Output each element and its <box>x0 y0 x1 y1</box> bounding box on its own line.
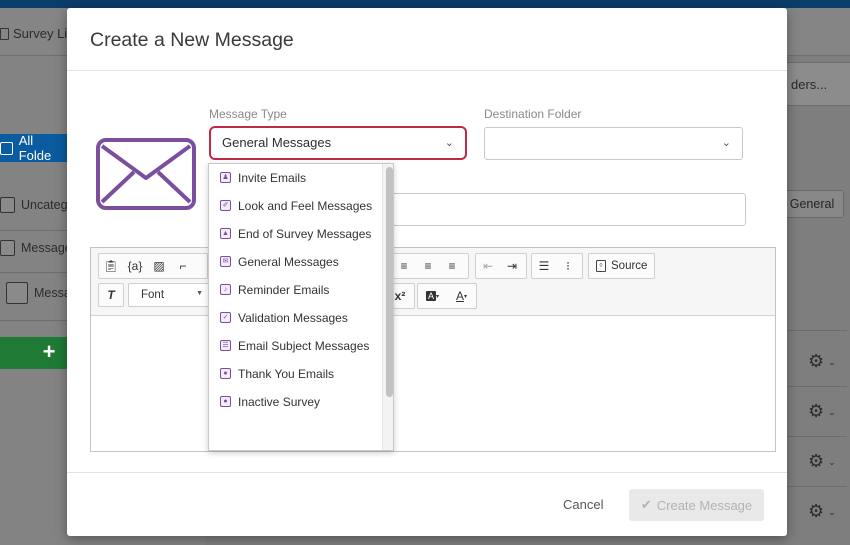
file-icon[interactable]: ⌐ <box>171 254 195 278</box>
divider <box>67 70 787 71</box>
piped-text-button[interactable]: {a} <box>123 254 147 278</box>
document-icon <box>0 27 9 40</box>
source-button[interactable]: ◊ Source <box>588 253 656 279</box>
dropdown-option[interactable]: ♪ Reminder Emails <box>209 276 381 304</box>
message-type-select[interactable]: General Messages ⌄ <box>209 126 467 160</box>
destination-folder-label: Destination Folder <box>484 107 582 121</box>
image-icon[interactable]: ▨ <box>147 254 171 278</box>
list-icon <box>0 141 13 155</box>
folder-item[interactable]: Uncateg <box>0 197 68 213</box>
envelope-icon <box>96 138 196 210</box>
check-icon: ✔ <box>640 497 652 512</box>
dropdown-option[interactable]: ● Thank You Emails <box>209 360 381 388</box>
dropdown-option[interactable]: ✉ General Messages <box>209 248 381 276</box>
cancel-button[interactable]: Cancel <box>563 497 603 512</box>
dropdown-option[interactable]: ✐ Look and Feel Messages <box>209 192 381 220</box>
insert-toolbar-group: 📋︎ {a} ▨ ⌐ <box>98 253 208 279</box>
modal-title: Create a New Message <box>90 29 294 51</box>
dropdown-option[interactable]: ✓ Validation Messages <box>209 304 381 332</box>
clear-format-button[interactable]: T <box>98 283 124 307</box>
dropdown-option-label: General Messages <box>238 255 339 269</box>
folder-label: Uncateg <box>21 198 68 212</box>
invite-icon: ♟ <box>220 172 231 183</box>
rich-text-editor[interactable]: 📋︎ {a} ▨ ⌐ ≡ ≡ ≡ ⇤ ⇥ ☰ ⁝ ◊ Source T Font… <box>90 247 776 452</box>
bullet-list-icon[interactable]: ⁝ <box>556 254 580 278</box>
gear-icon[interactable]: ⚙ ⌄ <box>808 401 836 422</box>
folder-icon <box>0 240 15 256</box>
general-button[interactable]: General <box>780 190 844 218</box>
subject-icon: ☰ <box>220 340 231 351</box>
add-folder-button[interactable]: + <box>0 337 68 369</box>
chevron-down-icon: ⌄ <box>444 137 454 149</box>
bell-icon: ♪ <box>220 284 231 295</box>
dropdown-list: ♟ Invite Emails ✐ Look and Feel Messages ▲ En… <box>209 164 381 416</box>
align-toolbar-group: ≡ ≡ ≡ <box>391 253 469 279</box>
message-type-value: General Messages <box>222 135 332 150</box>
all-folders-label: All Folde <box>18 133 52 163</box>
folder-label: Message <box>21 241 72 255</box>
create-message-label: Create Message <box>656 497 753 513</box>
destination-folder-select[interactable]: ⌄ <box>484 127 743 160</box>
dropdown-option[interactable]: ● Inactive Survey <box>209 388 381 416</box>
dropdown-option[interactable]: ☰ Email Subject Messages <box>209 332 381 360</box>
inactive-icon: ● <box>220 396 231 407</box>
check-icon: ✓ <box>220 312 231 323</box>
divider <box>787 486 847 487</box>
scrollbar-thumb[interactable] <box>386 167 393 397</box>
divider <box>787 436 847 437</box>
folder-icon <box>0 197 15 213</box>
font-select-value: Font <box>141 289 165 301</box>
divider <box>787 330 847 331</box>
app-top-bar <box>0 0 850 8</box>
gear-icon[interactable]: ⚙ ⌄ <box>808 351 836 372</box>
message-name-input[interactable] <box>392 193 746 226</box>
dropdown-option-label: Look and Feel Messages <box>238 199 373 213</box>
align-center-icon[interactable]: ≡ <box>416 254 440 278</box>
look-feel-icon: ✐ <box>220 200 231 211</box>
editor-toolbar: 📋︎ {a} ▨ ⌐ ≡ ≡ ≡ ⇤ ⇥ ☰ ⁝ ◊ Source T Font… <box>91 248 775 316</box>
color-toolbar-group: A ▾ A ▾ <box>417 283 477 309</box>
dropdown-option[interactable]: ♟ Invite Emails <box>209 164 381 192</box>
message-type-label: Message Type <box>209 107 287 121</box>
folder-icon <box>6 282 28 304</box>
indent-icon[interactable]: ⇥ <box>500 254 524 278</box>
all-folders-item[interactable]: All Folde <box>0 133 68 163</box>
gear-icon[interactable]: ⚙ ⌄ <box>808 451 836 472</box>
outdent-icon[interactable]: ⇤ <box>476 254 500 278</box>
folder-item[interactable]: Message <box>0 240 72 256</box>
end-survey-icon: ▲ <box>220 228 231 239</box>
divider <box>67 472 787 473</box>
text-color-icon[interactable]: A ▾ <box>447 284 476 308</box>
align-left-icon[interactable]: ≡ <box>392 254 416 278</box>
gear-icon[interactable]: ⚙ ⌄ <box>808 501 836 522</box>
dropdown-option-label: Reminder Emails <box>238 283 330 297</box>
folder-item[interactable]: Messa <box>6 282 71 304</box>
create-message-button[interactable]: ✔ Create Message <box>629 489 764 521</box>
numbered-list-icon[interactable]: ☰ <box>532 254 556 278</box>
create-message-modal: Create a New Message Message Type Genera… <box>67 8 787 536</box>
font-select[interactable]: Font ▼ <box>128 283 210 307</box>
dropdown-option-label: Inactive Survey <box>238 395 321 409</box>
source-label: Source <box>611 260 648 272</box>
envelope-icon: ✉ <box>220 256 231 267</box>
chevron-down-icon: ⌄ <box>721 137 731 149</box>
background-color-icon[interactable]: A ▾ <box>418 284 447 308</box>
thank-you-icon: ● <box>220 368 231 379</box>
indent-toolbar-group: ⇤ ⇥ <box>475 253 527 279</box>
message-type-dropdown: ♟ Invite Emails ✐ Look and Feel Messages ▲ En… <box>208 163 394 451</box>
dropdown-option-label: End of Survey Messages <box>238 227 372 241</box>
dropdown-option-label: Email Subject Messages <box>238 339 370 353</box>
folder-label: Messa <box>34 286 71 300</box>
align-right-icon[interactable]: ≡ <box>440 254 464 278</box>
dropdown-scrollbar[interactable] <box>382 164 393 450</box>
dropdown-option-label: Invite Emails <box>238 171 307 185</box>
dropdown-option-label: Thank You Emails <box>238 367 335 381</box>
divider <box>787 386 847 387</box>
dropdown-arrow-icon: ▼ <box>196 290 203 297</box>
paste-icon[interactable]: 📋︎ <box>99 254 123 278</box>
list-toolbar-group: ☰ ⁝ <box>531 253 583 279</box>
source-icon: ◊ <box>596 260 606 272</box>
dropdown-option-label: Validation Messages <box>238 311 348 325</box>
dropdown-option[interactable]: ▲ End of Survey Messages <box>209 220 381 248</box>
